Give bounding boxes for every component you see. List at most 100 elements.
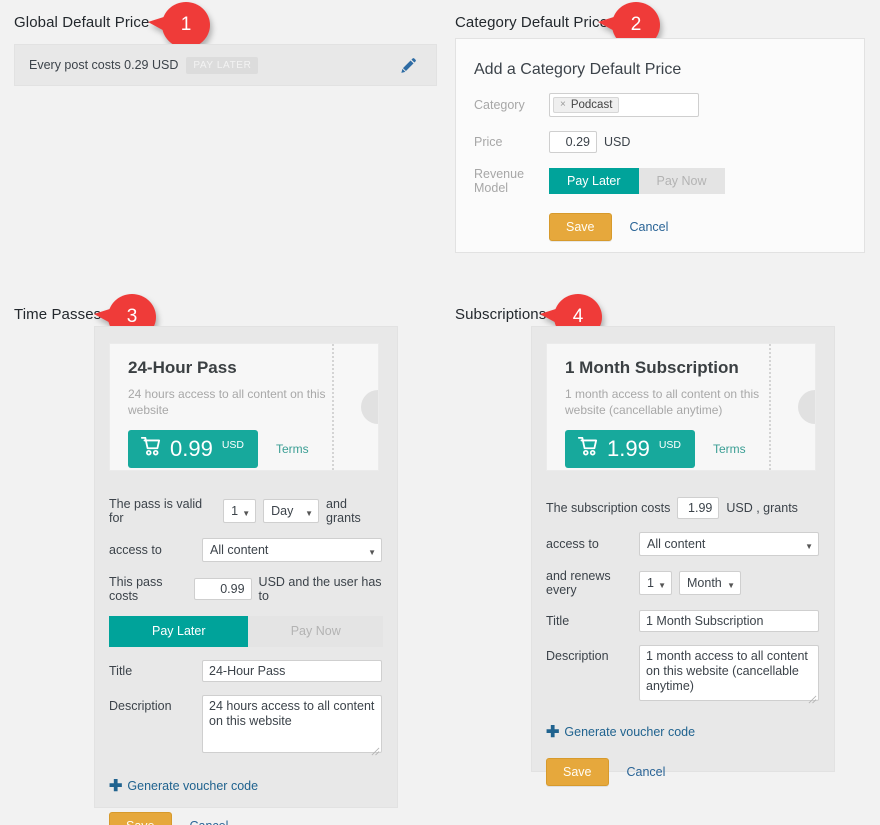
sub-actions-row: Save Cancel bbox=[546, 758, 820, 786]
category-save-button[interactable]: Save bbox=[549, 213, 612, 241]
pay-now-toggle[interactable]: Pay Now bbox=[638, 167, 725, 195]
ticket-perforation bbox=[332, 344, 334, 470]
ticket-price: 1.99 bbox=[607, 436, 650, 461]
cart-icon bbox=[577, 437, 598, 456]
pass-duration-value: 1 bbox=[231, 504, 239, 518]
sub-generate-voucher-link[interactable]: Generate voucher code bbox=[564, 725, 695, 739]
pass-cancel-link[interactable]: Cancel bbox=[190, 819, 229, 825]
pass-save-button[interactable]: Save bbox=[109, 811, 172, 825]
callout-number-1: 1 bbox=[180, 14, 192, 35]
sub-access-select[interactable]: All content ▼ bbox=[639, 532, 819, 556]
pass-duration-select[interactable]: 1 ▼ bbox=[223, 499, 257, 523]
sub-cost-row: The subscription costs USD , grants bbox=[546, 497, 820, 519]
pass-validity-suffix-label: and grants bbox=[326, 497, 361, 525]
ticket-description: 24 hours access to all content on this w… bbox=[128, 387, 326, 417]
global-price-statement: Every post costs 0.29 USD PAY LATER bbox=[29, 56, 259, 74]
sub-voucher-row: ✚ Generate voucher code bbox=[546, 722, 820, 742]
sub-access-label: access to bbox=[546, 537, 599, 551]
remove-tag-icon[interactable]: × bbox=[560, 100, 566, 110]
pass-cost-label: This pass costs bbox=[109, 575, 163, 603]
pass-title-label: Title bbox=[109, 663, 133, 678]
ticket-terms-link[interactable]: Terms bbox=[276, 442, 309, 456]
pass-access-select[interactable]: All content ▼ bbox=[202, 538, 382, 562]
edit-global-price-button[interactable] bbox=[388, 45, 428, 85]
pass-description-label: Description bbox=[109, 698, 172, 713]
sub-description-input[interactable] bbox=[639, 645, 819, 701]
pass-voucher-row: ✚ Generate voucher code bbox=[109, 776, 383, 796]
sub-cost-input[interactable] bbox=[677, 497, 720, 519]
time-pass-form: The pass is valid for 1 ▼ Day ▼ and gran… bbox=[95, 497, 397, 825]
sub-access-value: All content bbox=[647, 537, 706, 551]
sub-title-input[interactable] bbox=[639, 610, 819, 632]
category-field-row: Category × Podcast bbox=[474, 93, 864, 117]
revenue-model-row: Revenue Model Pay Later Pay Now bbox=[474, 167, 864, 195]
pass-description-row: Description bbox=[109, 694, 383, 758]
chevron-down-icon: ▼ bbox=[727, 581, 735, 590]
pass-actions-row: Save Cancel bbox=[109, 811, 383, 825]
sub-description-row: Description bbox=[546, 645, 820, 706]
pass-revenue-toggle: Pay Later Pay Now bbox=[109, 616, 383, 647]
ticket-title: 1 Month Subscription bbox=[565, 358, 739, 377]
ticket-perforation bbox=[769, 344, 771, 470]
pass-validity-row: The pass is valid for 1 ▼ Day ▼ and gran… bbox=[109, 497, 383, 525]
category-actions-row: Save Cancel bbox=[549, 213, 864, 241]
ticket-body: 24-Hour Pass 24 hours access to all cont… bbox=[110, 344, 345, 468]
ticket-buy-button[interactable]: 1.99 USD bbox=[565, 430, 695, 468]
price-field-row: Price USD bbox=[474, 131, 864, 153]
callout-marker-1: 1 bbox=[148, 2, 210, 48]
ticket-description: 1 month access to all content on this we… bbox=[565, 387, 760, 417]
section-title-global-default-price: Global Default Price bbox=[14, 14, 150, 31]
pass-title-input[interactable] bbox=[202, 659, 382, 682]
pass-description-input[interactable] bbox=[202, 694, 382, 753]
sub-save-button[interactable]: Save bbox=[546, 758, 609, 786]
ticket-notch bbox=[798, 390, 815, 424]
time-pass-panel: 24-Hour Pass 24 hours access to all cont… bbox=[94, 326, 398, 825]
sub-renew-period-select[interactable]: Month ▼ bbox=[679, 571, 741, 595]
pass-validity-prefix-label: The pass is valid for bbox=[109, 497, 203, 525]
ticket-buy-button[interactable]: 0.99 USD bbox=[128, 430, 258, 468]
pass-period-select[interactable]: Day ▼ bbox=[263, 499, 320, 523]
pass-pay-now-toggle[interactable]: Pay Now bbox=[248, 616, 383, 647]
pass-access-label: access to bbox=[109, 543, 162, 557]
chevron-down-icon: ▼ bbox=[242, 509, 251, 518]
chevron-down-icon: ▼ bbox=[658, 581, 666, 590]
subscription-panel: 1 Month Subscription 1 month access to a… bbox=[531, 326, 835, 786]
time-pass-ticket-preview: 24-Hour Pass 24 hours access to all cont… bbox=[109, 343, 379, 471]
category-cancel-link[interactable]: Cancel bbox=[630, 220, 669, 234]
pass-access-row: access to All content ▼ bbox=[109, 538, 383, 562]
sub-cost-prefix-label: The subscription costs bbox=[546, 501, 671, 515]
ticket-buy-row: 0.99 USD Terms bbox=[128, 430, 345, 468]
global-revenue-badge: PAY LATER bbox=[186, 56, 259, 74]
category-field-label: Category bbox=[474, 98, 525, 112]
ticket-terms-link[interactable]: Terms bbox=[713, 442, 746, 456]
pay-later-toggle[interactable]: Pay Later bbox=[549, 167, 639, 195]
sub-description-label: Description bbox=[546, 649, 609, 663]
cart-icon bbox=[140, 437, 161, 456]
pass-cost-input[interactable] bbox=[193, 578, 252, 600]
ticket-notch bbox=[361, 390, 378, 424]
pass-pay-later-toggle[interactable]: Pay Later bbox=[109, 616, 249, 647]
pass-cost-suffix-label: USD and the user has to bbox=[258, 575, 382, 603]
sub-cost-suffix-label: USD , grants bbox=[726, 501, 798, 515]
ticket-buy-row: 1.99 USD Terms bbox=[565, 430, 782, 468]
category-tag-label: Podcast bbox=[570, 99, 613, 111]
chevron-down-icon: ▼ bbox=[368, 548, 376, 557]
pass-generate-voucher-link[interactable]: Generate voucher code bbox=[127, 779, 258, 793]
sub-renew-count-value: 1 bbox=[647, 576, 654, 590]
ticket-currency: USD bbox=[221, 439, 244, 451]
pass-cost-row: This pass costs USD and the user has to bbox=[109, 575, 383, 603]
pass-period-value: Day bbox=[271, 504, 294, 518]
section-title-subscriptions: Subscriptions bbox=[455, 306, 547, 323]
plus-icon: ✚ bbox=[546, 724, 560, 741]
sub-renew-count-select[interactable]: 1 ▼ bbox=[639, 571, 672, 595]
category-tag-input[interactable]: × Podcast bbox=[549, 93, 699, 117]
sub-renew-period-value: Month bbox=[687, 576, 722, 590]
revenue-model-label: Revenue Model bbox=[474, 167, 525, 195]
sub-cancel-link[interactable]: Cancel bbox=[627, 765, 666, 779]
plus-icon: ✚ bbox=[109, 777, 123, 795]
section-title-category-default-prices: Category Default Prices bbox=[455, 14, 616, 31]
sub-description-wrap bbox=[639, 645, 819, 706]
pass-access-value: All content bbox=[210, 543, 269, 557]
category-tag-podcast[interactable]: × Podcast bbox=[553, 97, 620, 113]
category-price-input[interactable] bbox=[549, 131, 597, 153]
